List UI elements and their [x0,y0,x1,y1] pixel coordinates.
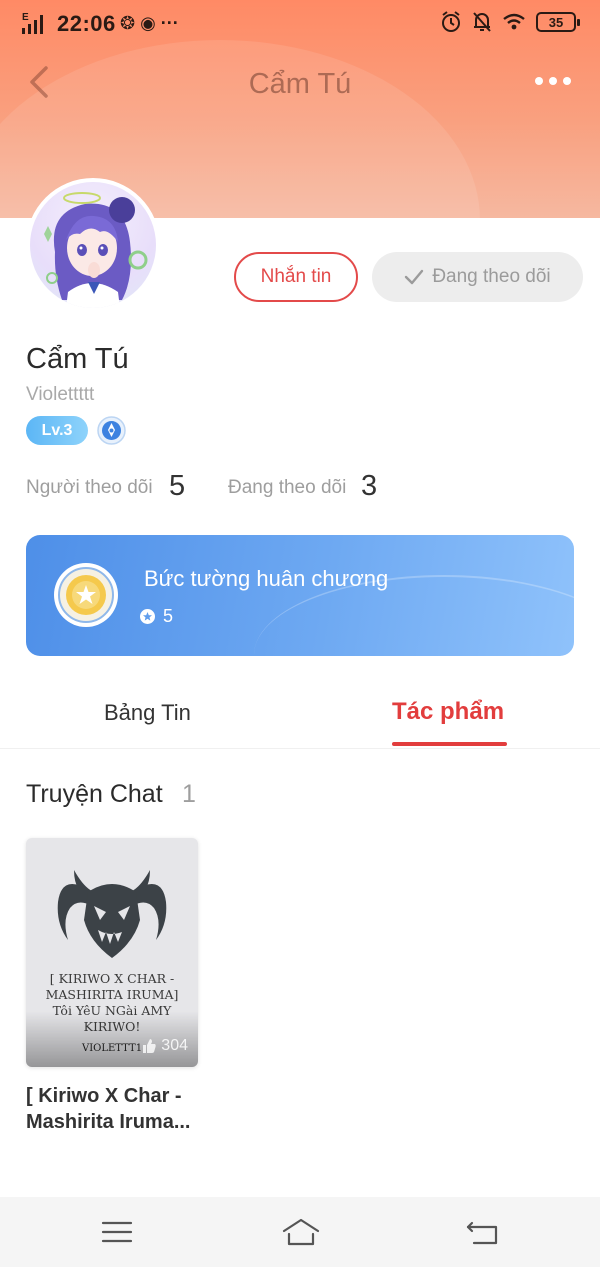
tab-divider [0,748,600,749]
tab-feed[interactable]: Bảng Tin [104,700,191,726]
signal-icon: E [22,12,43,34]
star-icon [140,609,155,624]
alarm-icon [442,11,460,32]
more-options-icon[interactable] [534,76,572,86]
status-time: 22:06 [57,11,116,36]
cover-author: VIOLETTT1 [82,1043,143,1054]
profile-username: Violettttt [26,384,95,405]
following-button-label: Đang theo dõi [432,266,551,287]
level-badge[interactable]: Lv.3 [26,416,88,445]
active-tab-indicator [392,742,507,746]
following-label[interactable]: Đang theo dõi [228,477,346,499]
likes-row: 304 [141,1037,188,1055]
story-title[interactable]: [ Kiriwo X Char - Mashirita Iruma... [26,1083,226,1135]
profile-name: Cẩm Tú [26,343,129,375]
back-icon[interactable] [464,1215,504,1249]
medal-count: 5 [163,606,174,626]
svg-text:E: E [22,12,29,23]
medal-icon [54,563,118,627]
story-card[interactable]: [ KIRIWO X CHAR - MASHIRITA IRUMA] Tôi Y… [26,838,198,1067]
avatar[interactable] [26,178,160,312]
medal-wall-title: Bức tường huân chương [144,566,389,591]
system-navigation-bar [0,1197,600,1267]
tab-works[interactable]: Tác phẩm [392,698,504,726]
message-button[interactable]: Nhắn tin [234,252,358,302]
following-button[interactable]: Đang theo dõi [372,252,583,302]
wifi-icon [503,13,525,30]
avatar-illustration [44,192,148,308]
demon-skull-cover-art [57,870,167,958]
page-title: Cẩm Tú [248,68,352,100]
medal-wall-card[interactable]: Bức tường huân chương 5 [26,535,574,656]
section-count: 1 [182,780,196,808]
profile-page: E 22:06 ❂ ◉ ··· 35 Cẩm Tú Nhắn tin Đang … [0,0,600,1267]
following-count[interactable]: 3 [361,470,377,503]
author-badge-icon[interactable] [97,416,126,445]
mute-bell-icon [473,12,491,32]
like-icon [143,1039,156,1053]
checkmark-icon [405,269,424,285]
followers-count[interactable]: 5 [169,470,185,503]
battery-indicator: 35 [536,12,580,32]
home-icon[interactable] [280,1215,322,1249]
menu-icon[interactable] [97,1215,137,1249]
notification-icons: ❂ ◉ ··· [120,13,179,33]
status-bar: E 22:06 ❂ ◉ ··· 35 [0,0,600,46]
section-title: Truyện Chat [26,780,163,808]
followers-label[interactable]: Người theo dõi [26,477,153,499]
likes-count: 304 [161,1037,188,1054]
